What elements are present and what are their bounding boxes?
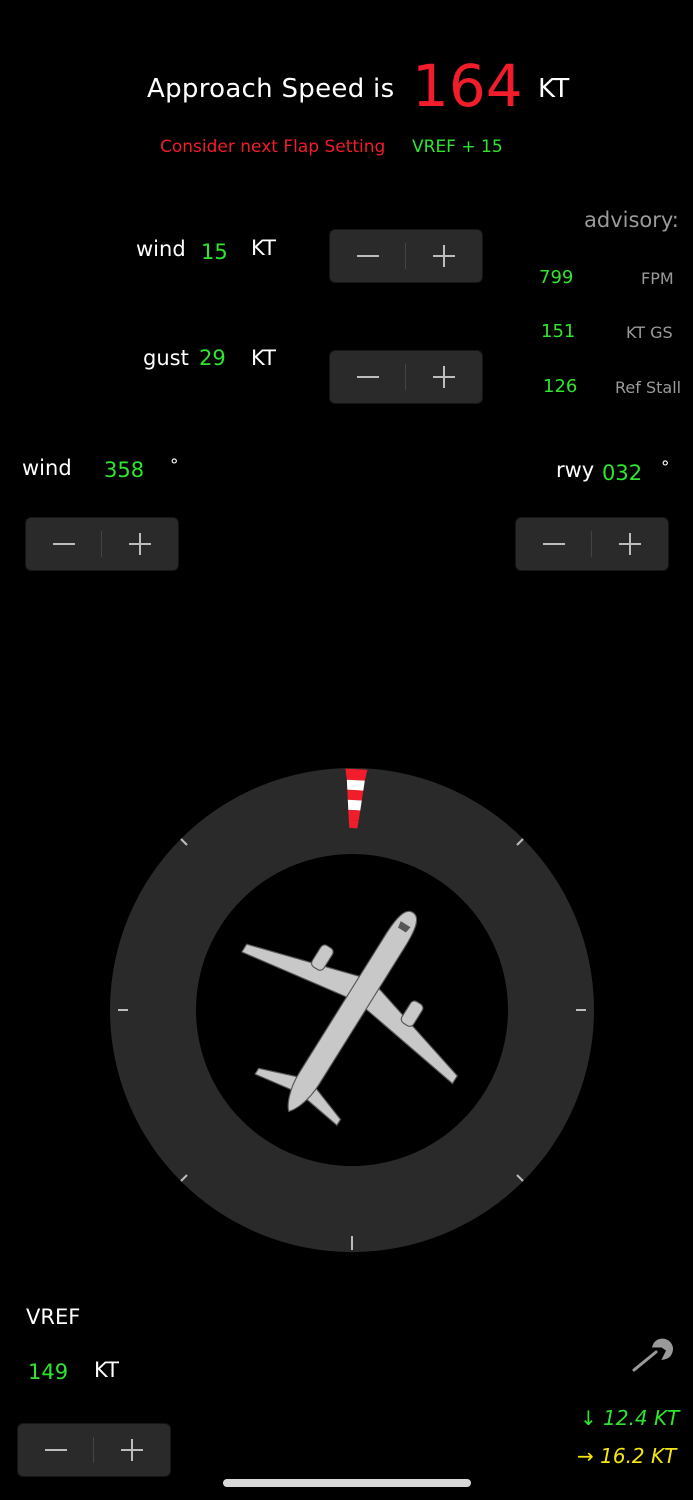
plus-icon (619, 533, 641, 555)
advisory-fpm-value: 799 (539, 267, 574, 288)
runway-stepper[interactable] (516, 518, 668, 570)
minus-icon (45, 1449, 67, 1451)
vref-stepper[interactable] (18, 1424, 170, 1476)
gust-value: 29 (199, 346, 226, 370)
headwind-component: ↓ 12.4 KT (580, 1406, 680, 1430)
wind-direction-value: 358 (104, 458, 145, 482)
advisory-stall-value: 126 (543, 376, 578, 397)
plus-icon (129, 533, 151, 555)
minus-icon (357, 376, 379, 378)
wind-compass[interactable] (108, 766, 596, 1254)
minus-icon (53, 543, 75, 545)
wind-speed-increment-button[interactable] (406, 230, 482, 282)
advisory-stall-unit: Ref Stall (615, 378, 682, 397)
wind-speed-decrement-button[interactable] (330, 230, 406, 282)
wind-speed-label: wind (136, 237, 186, 261)
gust-decrement-button[interactable] (330, 351, 406, 403)
advisory-gs-value: 151 (541, 321, 576, 342)
wind-direction-unit: ° (170, 456, 179, 476)
runway-value: 032 (602, 461, 643, 485)
approach-speed-unit: KT (538, 74, 570, 104)
home-indicator[interactable] (223, 1479, 471, 1487)
gust-unit: KT (251, 346, 276, 370)
wind-speed-unit: KT (251, 236, 276, 260)
advisory-gs-unit: KT GS (626, 323, 673, 342)
advisory-title: advisory: (584, 208, 679, 232)
minus-icon (543, 543, 565, 545)
gust-stepper[interactable] (330, 351, 482, 403)
gust-increment-button[interactable] (406, 351, 482, 403)
plus-icon (433, 366, 455, 388)
minus-icon (357, 255, 379, 257)
wrench-icon[interactable] (630, 1338, 674, 1374)
runway-label: rwy (556, 458, 595, 482)
wind-speed-value: 15 (201, 240, 228, 264)
wind-direction-decrement-button[interactable] (26, 518, 102, 570)
plus-icon (433, 245, 455, 267)
wind-speed-stepper[interactable] (330, 230, 482, 282)
wind-direction-label: wind (22, 456, 72, 480)
runway-increment-button[interactable] (592, 518, 668, 570)
approach-speed-label: Approach Speed is (147, 74, 395, 104)
vref-decrement-button[interactable] (18, 1424, 94, 1476)
runway-decrement-button[interactable] (516, 518, 592, 570)
plus-icon (121, 1439, 143, 1461)
wind-direction-stepper[interactable] (26, 518, 178, 570)
vref-offset: VREF + 15 (412, 137, 503, 157)
vref-label: VREF (26, 1305, 81, 1329)
vref-increment-button[interactable] (94, 1424, 170, 1476)
approach-speed-value: 164 (412, 52, 523, 120)
advisory-fpm-unit: FPM (641, 269, 674, 288)
wind-direction-increment-button[interactable] (102, 518, 178, 570)
flap-warning: Consider next Flap Setting (160, 137, 386, 157)
crosswind-component: → 16.2 KT (577, 1444, 677, 1468)
gust-label: gust (143, 346, 189, 370)
vref-value: 149 (28, 1360, 69, 1384)
vref-unit: KT (94, 1358, 119, 1382)
runway-unit: ° (661, 458, 670, 478)
